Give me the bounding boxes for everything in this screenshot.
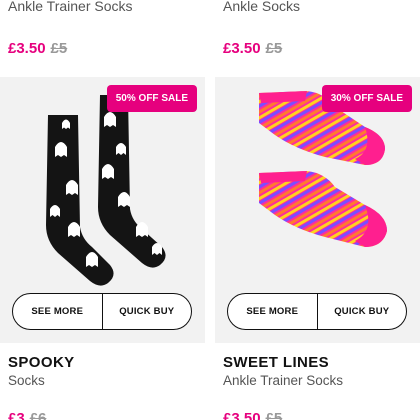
sale-price: £3 <box>8 410 25 420</box>
product-name[interactable]: SWEET LINES <box>223 354 329 371</box>
original-price: £5 <box>265 410 283 420</box>
price-top: £3.50 £5 <box>223 40 282 57</box>
product-card-spooky[interactable]: 50% OFF SALE SEE MORE QUICK BUY <box>0 77 205 343</box>
quick-buy-button[interactable]: QUICK BUY <box>316 294 407 329</box>
see-more-button[interactable]: SEE MORE <box>228 294 317 329</box>
sale-badge: 50% OFF SALE <box>106 85 197 112</box>
sale-price: £3.50 <box>223 40 261 57</box>
product-name[interactable]: SPOOKY <box>8 354 75 371</box>
original-price: £5 <box>50 40 68 57</box>
original-price: £5 <box>265 40 283 57</box>
price-top: £3.50 £5 <box>8 40 67 57</box>
sale-price: £3.50 <box>223 410 261 420</box>
product-subtitle: Socks <box>8 373 45 388</box>
original-price: £6 <box>29 410 47 420</box>
product-subtitle: Ankle Trainer Socks <box>223 373 344 388</box>
product-card-sweet-lines[interactable]: 30% OFF SALE SEE MORE QUICK BUY <box>215 77 420 343</box>
sale-badge: 30% OFF SALE <box>321 85 412 112</box>
product-price: £3.50 £5 <box>223 410 282 420</box>
quick-buy-button[interactable]: QUICK BUY <box>101 294 192 329</box>
product-subtitle-top: Ankle Socks <box>223 0 301 14</box>
card-actions: SEE MORE QUICK BUY <box>12 293 192 330</box>
see-more-button[interactable]: SEE MORE <box>13 294 102 329</box>
product-subtitle-top: Ankle Trainer Socks <box>8 0 133 14</box>
card-actions: SEE MORE QUICK BUY <box>227 293 407 330</box>
sale-price: £3.50 <box>8 40 46 57</box>
product-price: £3 £6 <box>8 410 46 420</box>
